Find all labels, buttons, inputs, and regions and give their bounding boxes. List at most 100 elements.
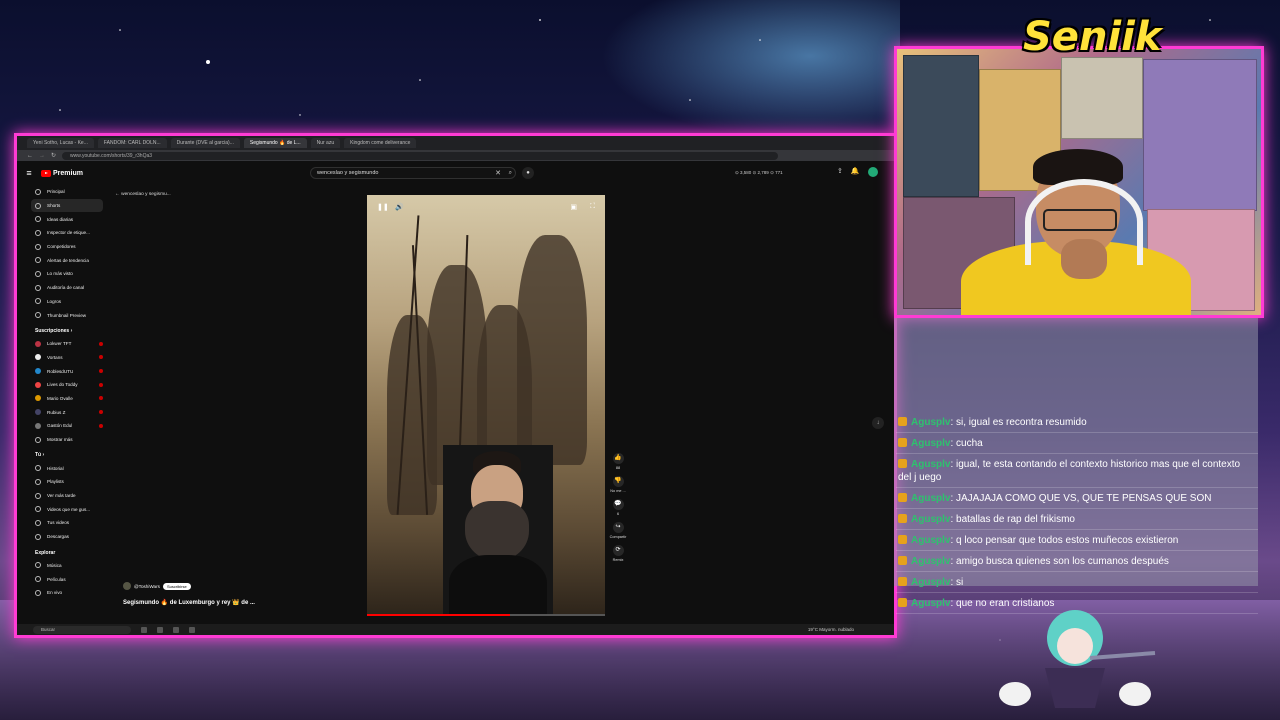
explore-header[interactable]: Explorar (31, 544, 103, 559)
sidebar-item[interactable]: Logros (31, 295, 103, 309)
sidebar: Principal Shorts Ideas diarias Inspector de… (31, 185, 103, 600)
sidebar-item[interactable]: Vortans (31, 351, 103, 365)
back-icon[interactable]: ← (27, 153, 33, 159)
comment-icon[interactable]: 💬 (612, 499, 624, 510)
app-icon[interactable] (157, 626, 163, 633)
sidebar-item[interactable]: Shorts (31, 198, 103, 213)
sidebar-icon (35, 229, 41, 236)
sidebar-icon (35, 298, 41, 305)
channel-avatar[interactable] (123, 582, 131, 590)
sidebar-item[interactable]: Rubius Z (31, 405, 103, 419)
browser-tab[interactable]: Segismundo 🔥 de L... (243, 138, 307, 148)
chat-message: Agusplv: JAJAJAJA COMO QUE VS, QUE TE PE… (896, 488, 1258, 509)
sidebar-item-label: Logros (47, 298, 62, 304)
short-title[interactable]: Segismundo 🔥 de Luxemburgo y rey 👑 de ..… (123, 599, 255, 606)
upload-icon[interactable]: ⇪ (837, 167, 843, 177)
sidebar-item[interactable]: Playlists (31, 475, 103, 489)
sidebar-item[interactable]: Lo más visto (31, 267, 103, 281)
sidebar-item[interactable]: Videos que me gus... (31, 502, 103, 516)
like-icon[interactable]: 👍 (612, 453, 624, 464)
menu-icon[interactable]: ≡ (17, 168, 41, 178)
sidebar-item[interactable]: Películas (31, 572, 103, 586)
dislike-icon[interactable]: 👎 (612, 476, 624, 487)
creator-body (449, 555, 547, 616)
sidebar-item[interactable]: Auditoría de canal (31, 281, 103, 295)
sidebar-icon (35, 312, 41, 319)
sidebar-item-label: Descargas (47, 534, 69, 540)
chat-text: si (956, 577, 964, 588)
back-to-search[interactable]: ← wenceslao y segismu... (115, 192, 171, 197)
video-progress-fill (367, 614, 510, 616)
action-label: Remix (612, 558, 624, 562)
youtube-header: ≡ Premium wenceslao y segismundo ✕ ⌕ ● ⊙… (17, 161, 894, 185)
sidebar-item[interactable]: Tus videos (31, 516, 103, 530)
sidebar-item[interactable]: Mostrar más (31, 433, 103, 447)
search-icon[interactable]: ⌕ (509, 170, 512, 177)
sidebar-item[interactable]: Ideas diarias (31, 212, 103, 226)
sidebar-item-label: Mario Ovalle (47, 395, 73, 401)
chat-message: Agusplv: si (896, 572, 1258, 593)
sidebar-item-label: Ideas diarias (47, 216, 74, 222)
volume-icon[interactable]: 🔊 (395, 203, 404, 211)
microphone-icon[interactable]: ● (522, 167, 534, 179)
you-header[interactable]: Tú › (31, 446, 103, 461)
fullscreen-icon[interactable]: ⛶ (590, 203, 595, 211)
sidebar-item[interactable]: En vivo (31, 586, 103, 600)
sidebar-item[interactable]: Gastón Edul (31, 419, 103, 433)
search-input[interactable]: wenceslao y segismundo ✕ ⌕ (310, 167, 516, 179)
taskview-icon[interactable] (141, 626, 147, 633)
sidebar-item[interactable]: Competidores (31, 240, 103, 254)
youtube-logo[interactable]: Premium (41, 169, 83, 177)
sidebar-item[interactable]: Descargas (31, 530, 103, 544)
channel-avatar (35, 340, 41, 347)
taskbar-search[interactable]: Buscar (33, 625, 131, 634)
avatar[interactable] (867, 167, 878, 177)
sidebar-icon (35, 257, 41, 264)
browser-tab[interactable]: Nur azu (310, 138, 341, 148)
sidebar-item-label: Competidores (47, 244, 76, 250)
video-progress-bar[interactable] (367, 614, 605, 616)
notifications-icon[interactable]: 🔔 (851, 167, 860, 177)
sidebar-item[interactable]: Lives do Toddy (31, 378, 103, 392)
channel-stats: ⊙ 3,580 ⊙ 2,789 ⊙ 771 (735, 170, 783, 175)
clear-search-icon[interactable]: ✕ (495, 169, 501, 177)
sidebar-item[interactable]: Inspector de etique... (31, 226, 103, 240)
browser-tab[interactable]: FANDOM: CARL DOLN... (97, 138, 167, 148)
browser-tab[interactable]: Kingdom come deliverance (344, 138, 417, 148)
brand-label: Premium (53, 169, 83, 177)
sidebar-item-label: Auditoría de canal (47, 285, 85, 291)
browser-url-bar: ← → ↻ www.youtube.com/shorts/39_r3hQa3 (17, 150, 894, 161)
sidebar-item[interactable]: Ver más tarde (31, 489, 103, 503)
sidebar-item[interactable]: Alertas de tendencia (31, 253, 103, 267)
browser-tab[interactable]: Yeni Sotho, Lucas - Ke... (27, 138, 94, 148)
sidebar-item[interactable]: Lokwer TFT (31, 337, 103, 351)
sidebar-item-label: Principal (47, 189, 65, 195)
action-label: Compartir (609, 535, 627, 539)
sidebar-item[interactable]: Mario Ovalle (31, 392, 103, 406)
pause-icon[interactable]: ❚❚ (377, 203, 389, 211)
channel-row: @ToshiWars Suscribirse (123, 582, 191, 590)
reload-icon[interactable]: ↻ (51, 152, 56, 159)
browser-tab[interactable]: Durante (DVE al garcia)... (170, 138, 240, 148)
next-short-icon[interactable]: ↓ (872, 417, 884, 429)
sidebar-item[interactable]: Thumbnail Preview (31, 308, 103, 322)
share-icon[interactable]: ↪ (612, 522, 624, 533)
live-indicator-icon (99, 410, 103, 415)
sidebar-item[interactable]: Historial (31, 461, 103, 475)
live-indicator-icon (99, 382, 103, 387)
app-icon[interactable] (189, 626, 195, 633)
subscribe-button[interactable]: Suscribirse (162, 582, 191, 590)
short-video-player[interactable]: ❚❚ 🔊 ▣ ⛶ (367, 195, 605, 616)
subscriptions-header[interactable]: Suscripciones › (31, 322, 103, 337)
forward-icon[interactable]: → (39, 153, 45, 159)
sidebar-item[interactable]: Principal (31, 185, 103, 199)
sidebar-item[interactable]: RoblesdUTU (31, 364, 103, 378)
channel-name[interactable]: @ToshiWars (134, 584, 160, 589)
remix-icon[interactable]: ⟳ (612, 545, 624, 556)
app-icon[interactable] (173, 626, 179, 633)
address-field[interactable]: www.youtube.com/shorts/39_r3hQa3 (62, 151, 779, 160)
sidebar-item[interactable]: Música (31, 559, 103, 573)
sidebar-item-label: Playlists (47, 479, 64, 485)
captions-icon[interactable]: ▣ (570, 203, 577, 211)
subscriber-badge-icon (898, 535, 907, 544)
